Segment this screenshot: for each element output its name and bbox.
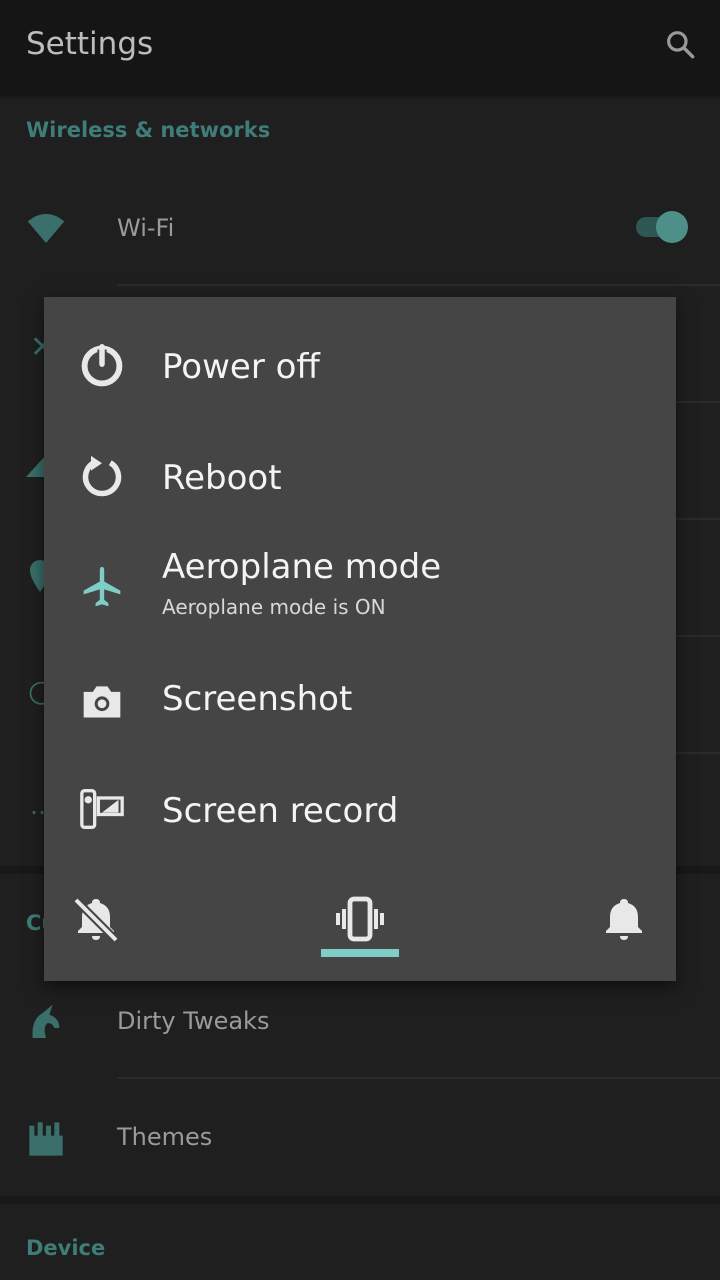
- reboot-label: Reboot: [162, 458, 282, 498]
- camera-icon: [83, 686, 121, 718]
- aeroplane-mode-label: Aeroplane mode: [162, 547, 442, 587]
- power-off-item[interactable]: Power off: [44, 311, 676, 421]
- screenshot-label: Screenshot: [162, 679, 353, 719]
- unicorn-icon: [32, 1004, 60, 1038]
- aeroplane-mode-item[interactable]: Aeroplane mode Aeroplane mode is ON: [44, 535, 676, 645]
- search-icon[interactable]: [664, 28, 696, 60]
- settings-row-dirty-tweaks[interactable]: Dirty Tweaks: [0, 985, 720, 1077]
- divider: [117, 1077, 720, 1079]
- page-title: Settings: [26, 26, 154, 62]
- settings-row-wifi[interactable]: Wi-Fi: [0, 190, 720, 284]
- app-bar: Settings: [0, 0, 720, 94]
- themes-icon: [29, 1122, 63, 1156]
- power-menu-dialog: Power off Reboot Aeroplane mode Aeroplan…: [44, 297, 676, 981]
- vibrate-mode-icon[interactable]: [336, 895, 384, 943]
- silent-mode-icon[interactable]: [72, 895, 120, 943]
- airplane-icon: [83, 566, 121, 607]
- screen-record-label: Screen record: [162, 791, 399, 831]
- themes-label: Themes: [117, 1123, 213, 1151]
- reboot-item[interactable]: Reboot: [44, 423, 676, 533]
- section-separator: [0, 1196, 720, 1204]
- section-header-wireless: Wireless & networks: [26, 118, 271, 142]
- selected-mode-indicator: [321, 949, 399, 957]
- reboot-icon: [82, 455, 122, 497]
- screenshot-item[interactable]: Screenshot: [44, 645, 676, 755]
- section-header-device: Device: [26, 1236, 106, 1260]
- settings-row-themes[interactable]: Themes: [0, 1103, 720, 1195]
- wifi-label: Wi-Fi: [117, 214, 175, 242]
- sound-mode-selector: [44, 877, 676, 981]
- data-usage-icon: [26, 455, 46, 477]
- screen-record-item[interactable]: Screen record: [44, 757, 676, 867]
- power-icon: [81, 344, 123, 387]
- aeroplane-mode-status: Aeroplane mode is ON: [162, 595, 386, 619]
- wifi-toggle-thumb[interactable]: [656, 211, 688, 243]
- dirty-tweaks-label: Dirty Tweaks: [117, 1007, 270, 1035]
- divider: [117, 284, 720, 286]
- wifi-icon: [27, 213, 65, 243]
- power-off-label: Power off: [162, 347, 320, 387]
- sound-mode-icon[interactable]: [600, 895, 648, 943]
- screen-record-icon: [80, 789, 124, 829]
